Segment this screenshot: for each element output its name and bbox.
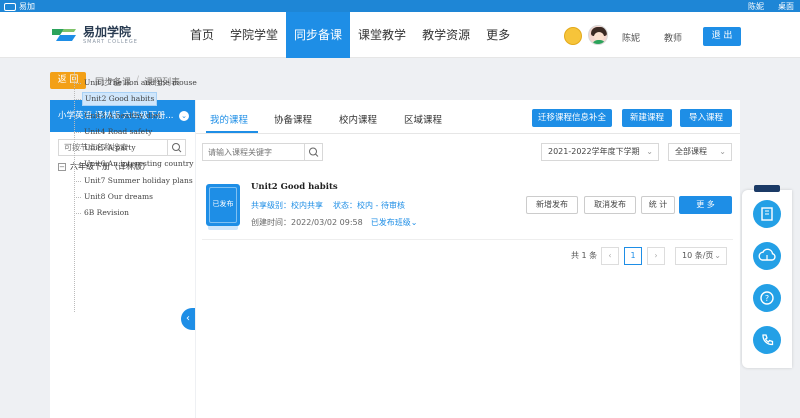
status-badge: 已发布 (212, 200, 234, 208)
course-title[interactable]: Unit2 Good habits (251, 182, 338, 192)
migrate-info-button[interactable]: 迁移课程信息补全 (532, 109, 612, 127)
page-size-value: 10 条/页 (682, 251, 714, 260)
nav-classroom[interactable]: 课堂教学 (350, 12, 414, 58)
tree-item-unit7[interactable]: Unit7 Summer holiday plans (74, 173, 194, 189)
next-page-button[interactable]: › (647, 247, 665, 265)
chevron-down-icon: ⌄ (714, 251, 721, 260)
chevron-down-icon: ⌄ (646, 147, 653, 156)
notes-button[interactable] (753, 200, 781, 228)
collapse-icon[interactable]: − (58, 162, 66, 171)
nav-sync-prep[interactable]: 同步备课 (286, 12, 351, 58)
chevron-down-icon: ⌄ (410, 218, 418, 227)
floating-toolbar: ? (742, 185, 792, 368)
more-button[interactable]: 更 多 (679, 196, 732, 214)
tree-item-unit5[interactable]: Unit5 A party (74, 140, 194, 156)
nav-resources[interactable]: 教学资源 (414, 12, 478, 58)
nav-more[interactable]: 更多 (478, 12, 518, 58)
add-publish-button[interactable]: 新增发布 (526, 196, 578, 214)
brand: 易加 (4, 1, 35, 12)
avatar[interactable] (588, 25, 608, 45)
scope-select-value: 全部课程 (675, 147, 707, 156)
help-button[interactable]: ? (753, 284, 781, 312)
nav-college[interactable]: 学院学堂 (222, 12, 286, 58)
user-role: 教师 (664, 34, 683, 44)
tree-item-unit3[interactable]: Unit3 A healthy diet (74, 108, 194, 124)
svg-text:?: ? (765, 294, 769, 303)
page-1-button[interactable]: 1 (624, 247, 642, 265)
course-state: 状态：校内 - 待审核 (333, 201, 405, 210)
tree-item-unit4[interactable]: Unit4 Road safety (74, 124, 194, 140)
phone-button[interactable] (753, 326, 781, 354)
stats-button[interactable]: 统 计 (641, 196, 675, 214)
book-icon (761, 207, 773, 221)
main-panel: 我的课程 协备课程 校内课程 区域课程 迁移课程信息补全 新建课程 导入课程 2… (196, 100, 740, 418)
tree-item-revision[interactable]: 6B Revision (74, 205, 194, 221)
chevron-down-icon: ⌄ (719, 147, 726, 156)
brand-icon (4, 2, 16, 11)
tab-collab-courses[interactable]: 协备课程 (274, 112, 312, 126)
tree-item-unit2[interactable]: Unit2 Good habits (74, 91, 194, 107)
tab-school-courses[interactable]: 校内课程 (339, 112, 377, 126)
course-search (202, 143, 323, 161)
course-meta: 共享级别：校内共享 状态：校内 - 待审核 (251, 200, 405, 211)
main-nav: 首页 学院学堂 同步备课 课堂教学 教学资源 更多 (182, 12, 518, 58)
total-count: 共 1 条 (571, 251, 598, 260)
tree-item-unit1[interactable]: Unit1 The lion and the mouse (74, 75, 197, 91)
scope-select[interactable]: 全部课程 ⌄ (668, 143, 732, 161)
logo-icon (52, 29, 76, 41)
cloud-button[interactable] (753, 242, 781, 270)
header: 易加学院 SMART COLLEGE 首页 学院学堂 同步备课 课堂教学 教学资… (0, 12, 800, 58)
created-time: 创建时间：2022/03/02 09:58 (251, 218, 363, 227)
page-size-select[interactable]: 10 条/页 ⌄ (675, 247, 727, 265)
tree-list: Unit1 The lion and the mouse Unit2 Good … (74, 75, 197, 222)
top-link-desktop[interactable]: 桌面 (778, 1, 794, 12)
top-strip: 易加 陈妮 桌面 (0, 0, 800, 12)
help-icon: ? (760, 291, 774, 305)
tree-item-unit8[interactable]: Unit8 Our dreams (74, 189, 194, 205)
top-link-user[interactable]: 陈妮 (748, 1, 764, 12)
logo-subtitle: SMART COLLEGE (83, 39, 138, 45)
tree-item-unit6[interactable]: Unit6 An interesting country (74, 156, 194, 172)
logout-button[interactable]: 退 出 (703, 27, 741, 46)
phone-icon (762, 334, 774, 346)
new-course-button[interactable]: 新建课程 (622, 109, 672, 127)
floating-toolbar-handle[interactable] (754, 185, 780, 192)
brand-text: 易加 (19, 2, 35, 11)
active-tab-indicator (206, 131, 258, 133)
prev-page-button[interactable]: ‹ (601, 247, 619, 265)
term-select[interactable]: 2021-2022学年度下学期 ⌄ (541, 143, 659, 161)
logo-title: 易加学院 (83, 25, 132, 39)
cloud-upload-icon (758, 248, 776, 261)
import-course-button[interactable]: 导入课程 (680, 109, 732, 127)
share-level: 共享级别：校内共享 (251, 201, 323, 210)
course-card: 已发布 Unit2 Good habits 共享级别：校内共享 状态：校内 - … (202, 178, 733, 240)
cancel-publish-button[interactable]: 取消发布 (584, 196, 636, 214)
shirt-badge-icon[interactable] (564, 27, 582, 45)
course-time: 创建时间：2022/03/02 09:58 已发布班级⌄ (251, 217, 417, 228)
term-select-value: 2021-2022学年度下学期 (548, 147, 640, 156)
tab-my-courses[interactable]: 我的课程 (210, 112, 248, 126)
search-icon (309, 147, 319, 157)
tab-region-courses[interactable]: 区域课程 (404, 112, 442, 126)
published-classes-link[interactable]: 已发布班级⌄ (371, 217, 418, 228)
nav-home[interactable]: 首页 (182, 12, 222, 58)
course-book-icon[interactable]: 已发布 (206, 184, 240, 230)
logo[interactable]: 易加学院 SMART COLLEGE (50, 22, 140, 48)
course-search-button[interactable] (304, 144, 322, 160)
user-name[interactable]: 陈妮 (622, 31, 640, 44)
course-search-input[interactable] (203, 144, 301, 160)
course-tabs: 我的课程 协备课程 校内课程 区域课程 迁移课程信息补全 新建课程 导入课程 (196, 100, 740, 134)
